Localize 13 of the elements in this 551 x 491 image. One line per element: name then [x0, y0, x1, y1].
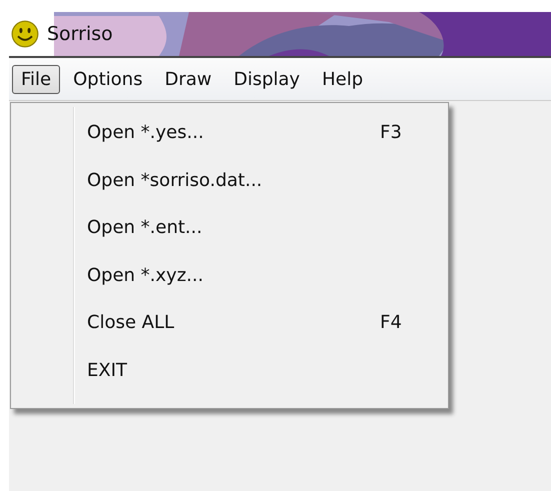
menu-entry[interactable]: Close ALL F4	[11, 299, 448, 346]
menu-entry[interactable]: Open *sorriso.dat...	[11, 156, 448, 204]
menu-item[interactable]: File	[12, 64, 60, 94]
menu-item[interactable]: Help	[312, 64, 372, 94]
smiley-icon	[11, 20, 39, 48]
menu-entry[interactable]: Open *.ent...	[11, 204, 448, 252]
menu-item[interactable]: Display	[224, 64, 309, 94]
menu-entry[interactable]: Open *.xyz...	[11, 252, 448, 299]
menu-item[interactable]: Options	[64, 64, 152, 94]
menu-item[interactable]: Draw	[156, 64, 221, 94]
window-title: Sorriso	[47, 23, 113, 45]
menu-entry[interactable]: EXIT	[11, 346, 448, 394]
menu-entry[interactable]: Open *.yes... F3	[11, 109, 448, 156]
